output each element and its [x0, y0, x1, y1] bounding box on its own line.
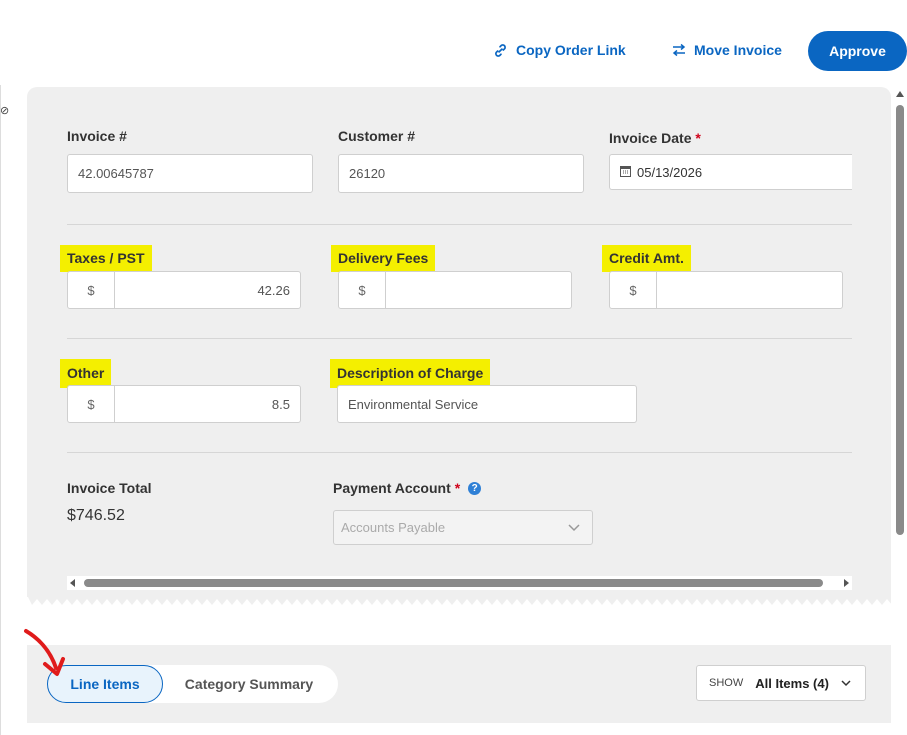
customer-number-label: Customer #: [338, 128, 416, 144]
link-icon: [493, 43, 508, 58]
currency-prefix: $: [610, 272, 657, 308]
show-filter-dropdown[interactable]: SHOW All Items (4): [696, 665, 866, 701]
help-icon[interactable]: ?: [468, 481, 482, 495]
torn-edge: [27, 594, 897, 606]
description-label-text: Description of Charge: [330, 359, 491, 388]
copy-order-link-button[interactable]: Copy Order Link: [493, 42, 626, 58]
collapse-link-icon[interactable]: ⊘: [0, 104, 9, 117]
currency-prefix: $: [339, 272, 386, 308]
currency-prefix: $: [68, 386, 115, 422]
description-field[interactable]: Environmental Service: [337, 385, 637, 423]
show-filter-label: SHOW: [709, 677, 744, 689]
taxes-value: 42.26: [257, 282, 290, 298]
section-divider: [67, 224, 852, 225]
invoice-total-label: Invoice Total: [67, 480, 152, 496]
vertical-scrollbar[interactable]: [893, 88, 907, 648]
calendar-icon: [620, 165, 631, 180]
invoice-date-field[interactable]: 05/13/2026: [609, 154, 852, 190]
credit-amt-label-text: Credit Amt.: [602, 245, 691, 272]
required-marker: *: [695, 130, 701, 146]
customer-number-field[interactable]: 26120: [338, 154, 584, 193]
move-invoice-label: Move Invoice: [694, 42, 782, 58]
invoice-number-label: Invoice #: [67, 128, 127, 144]
taxes-label-text: Taxes / PST: [60, 245, 152, 272]
description-label: Description of Charge: [330, 359, 491, 388]
left-pane-border: [0, 85, 1, 735]
currency-prefix: $: [68, 272, 115, 308]
other-label-text: Other: [60, 359, 112, 388]
approve-button[interactable]: Approve: [808, 31, 907, 71]
invoice-number-field[interactable]: 42.00645787: [67, 154, 313, 193]
credit-amt-label: Credit Amt.: [602, 245, 691, 272]
chevron-down-icon: [841, 674, 851, 692]
delivery-fees-field[interactable]: $: [338, 271, 572, 309]
show-filter-value: All Items (4): [755, 675, 829, 691]
delivery-fees-label-text: Delivery Fees: [331, 245, 436, 272]
annotation-arrow-icon: [20, 626, 70, 683]
payment-account-select[interactable]: Accounts Payable: [333, 510, 593, 545]
copy-order-link-label: Copy Order Link: [516, 42, 626, 58]
payment-account-label-text: Payment Account: [333, 480, 451, 496]
customer-number-value: 26120: [349, 166, 386, 181]
required-marker: *: [454, 480, 461, 496]
payment-account-label: Payment Account * ?: [333, 480, 482, 496]
section-divider: [67, 452, 852, 453]
other-value: 8.5: [271, 396, 290, 412]
move-invoice-button[interactable]: Move Invoice: [672, 42, 782, 58]
payment-account-value: Accounts Payable: [341, 520, 446, 535]
swap-arrows-icon: [672, 43, 686, 57]
chevron-down-icon: [568, 520, 580, 535]
description-value: Environmental Service: [348, 396, 479, 412]
taxes-field[interactable]: $ 42.26: [67, 271, 301, 309]
tab-category-summary[interactable]: Category Summary: [163, 665, 335, 703]
invoice-date-label-text: Invoice Date: [609, 130, 692, 146]
section-divider: [67, 338, 852, 339]
invoice-number-value: 42.00645787: [78, 166, 154, 181]
credit-amt-field[interactable]: $: [609, 271, 843, 309]
invoice-date-value: 05/13/2026: [637, 164, 703, 180]
invoice-date-label: Invoice Date *: [609, 130, 701, 146]
horizontal-scrollbar[interactable]: [67, 576, 852, 590]
other-label: Other: [60, 359, 112, 388]
delivery-fees-label: Delivery Fees: [331, 245, 436, 272]
taxes-label: Taxes / PST: [60, 245, 152, 272]
invoice-total-value: $746.52: [67, 507, 125, 524]
other-field[interactable]: $ 8.5: [67, 385, 301, 423]
